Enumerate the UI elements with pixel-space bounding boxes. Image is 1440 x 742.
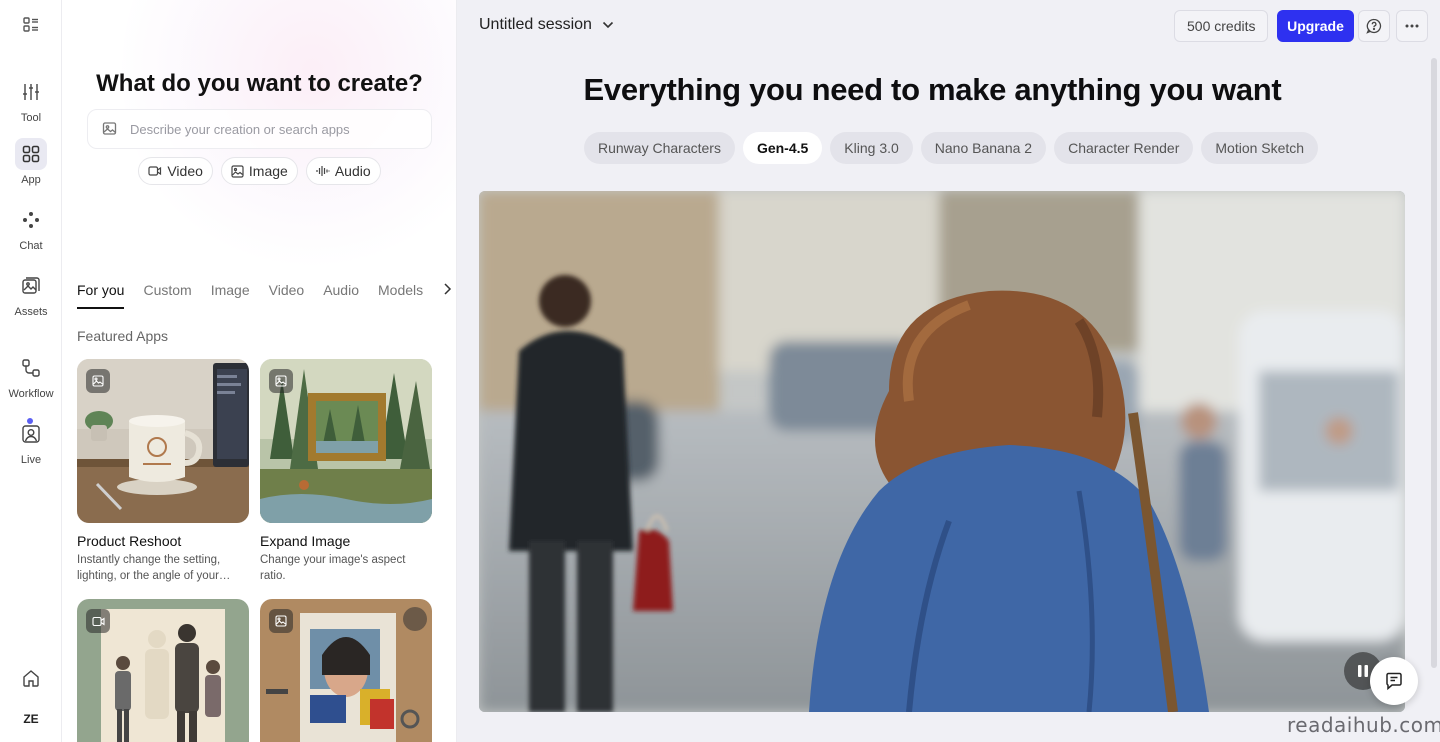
chip-video[interactable]: Video <box>138 157 213 185</box>
video-icon <box>148 166 162 176</box>
rail-item-live[interactable]: Live <box>0 418 62 466</box>
rail-item-workflow[interactable]: Workflow <box>0 352 62 400</box>
rail-label: Live <box>20 454 42 466</box>
support-chat-button[interactable] <box>1370 657 1418 705</box>
image-icon <box>231 164 244 178</box>
tab-custom[interactable]: Custom <box>143 282 191 308</box>
model-tab-nano-banana-2[interactable]: Nano Banana 2 <box>920 132 1047 164</box>
rail-item-assets[interactable]: Assets <box>0 270 62 318</box>
app-card-family-video[interactable] <box>77 599 249 742</box>
help-button[interactable] <box>1358 10 1390 42</box>
home-button[interactable] <box>0 662 62 694</box>
rail-label: Workflow <box>8 388 54 400</box>
workflow-icon <box>22 359 40 377</box>
card-thumbnail <box>260 599 432 742</box>
pause-icon <box>1358 665 1368 677</box>
street-scene-video-frame <box>479 191 1405 712</box>
tab-image[interactable]: Image <box>211 282 250 308</box>
card-type-badge <box>269 369 293 393</box>
chip-label: Audio <box>334 163 371 179</box>
chip-label: Video <box>167 163 203 179</box>
model-tab-character-render[interactable]: Character Render <box>1054 132 1194 164</box>
notification-dot <box>27 418 33 424</box>
card-description: Change your image's aspect ratio. <box>260 554 406 582</box>
main-headline: Everything you need to make anything you… <box>583 72 1282 107</box>
audio-waveform-icon <box>316 166 330 176</box>
card-type-badge <box>86 609 110 633</box>
assets-icon <box>22 277 40 294</box>
tab-for-you[interactable]: For you <box>77 282 125 309</box>
live-icon <box>22 425 40 443</box>
image-search-icon <box>102 122 117 135</box>
chip-label: Image <box>248 163 288 179</box>
rail-item-tool[interactable]: Tool <box>0 76 62 124</box>
chat-bubble-icon <box>1386 672 1402 691</box>
app-card-collage[interactable] <box>260 599 432 742</box>
app-card-product-reshoot[interactable]: Product Reshoot Instantly change the set… <box>77 359 249 584</box>
left-rail: Tool App Chat Assets Workflow Live ZE <box>0 0 62 742</box>
app-category-tabs: For you Custom Image Video Audio Models <box>77 282 452 309</box>
panel-toggle-button[interactable] <box>0 16 62 34</box>
image-icon <box>275 375 287 387</box>
chevron-right-icon <box>444 283 452 295</box>
search-input[interactable] <box>130 121 410 137</box>
tab-video[interactable]: Video <box>269 282 305 308</box>
home-icon <box>23 670 39 687</box>
main-area: Untitled session 500 credits Upgrade Eve… <box>457 0 1440 742</box>
app-root: Tool App Chat Assets Workflow Live ZE Wh… <box>0 0 1440 742</box>
main-scrollbar[interactable] <box>1431 58 1437 668</box>
app-card-expand-image[interactable]: Expand Image Change your image's aspect … <box>260 359 432 584</box>
showcase-video[interactable] <box>479 191 1405 712</box>
session-title-dropdown[interactable]: Untitled session <box>479 16 614 34</box>
video-icon <box>91 616 105 626</box>
more-options-button[interactable] <box>1396 10 1428 42</box>
featured-apps-heading: Featured Apps <box>77 328 169 344</box>
upgrade-button[interactable]: Upgrade <box>1277 10 1354 42</box>
card-title: Product Reshoot <box>77 533 182 549</box>
rail-item-app[interactable]: App <box>0 138 62 186</box>
model-tab-gen-4-5[interactable]: Gen-4.5 <box>742 132 823 164</box>
credits-badge[interactable]: 500 credits <box>1174 10 1269 42</box>
image-icon <box>275 615 287 627</box>
media-chips: Video Image Audio <box>62 157 456 185</box>
model-tabs: Runway Characters Gen-4.5 Kling 3.0 Nano… <box>584 132 1319 164</box>
chevron-down-icon <box>602 21 614 29</box>
tab-models[interactable]: Models <box>378 282 423 308</box>
model-tab-runway-characters[interactable]: Runway Characters <box>584 132 735 164</box>
session-title: Untitled session <box>479 16 592 33</box>
model-tab-kling-3-0[interactable]: Kling 3.0 <box>830 132 913 164</box>
card-title: Expand Image <box>260 533 351 549</box>
card-thumbnail <box>77 359 249 523</box>
model-tab-motion-sketch[interactable]: Motion Sketch <box>1201 132 1319 164</box>
rail-label: Assets <box>14 306 48 318</box>
tab-audio[interactable]: Audio <box>323 282 359 308</box>
ellipsis-icon <box>1405 24 1419 28</box>
card-thumbnail <box>77 599 249 742</box>
panel-toggle-icon <box>23 17 38 32</box>
panel-title: What do you want to create? <box>96 70 423 97</box>
create-panel: What do you want to create? Video Image <box>62 0 457 742</box>
help-chat-icon <box>1366 18 1382 34</box>
search-box[interactable] <box>87 109 432 149</box>
rail-label: Tool <box>20 112 42 124</box>
grid-icon <box>22 145 40 163</box>
chip-audio[interactable]: Audio <box>305 157 381 185</box>
rail-item-chat[interactable]: Chat <box>0 204 62 252</box>
rail-label: App <box>21 174 41 186</box>
chip-image[interactable]: Image <box>220 157 298 185</box>
chat-dots-icon <box>23 212 39 228</box>
card-type-badge <box>269 609 293 633</box>
watermark: readaihub.com <box>1287 713 1440 737</box>
tabs-scroll-right-button[interactable] <box>442 282 452 298</box>
sliders-icon <box>23 84 39 100</box>
card-type-badge <box>86 369 110 393</box>
card-thumbnail <box>260 359 432 523</box>
image-icon <box>92 375 104 387</box>
user-avatar[interactable]: ZE <box>0 712 62 726</box>
rail-label: Chat <box>19 240 43 252</box>
card-description: Instantly change the setting, lighting, … <box>77 554 231 582</box>
